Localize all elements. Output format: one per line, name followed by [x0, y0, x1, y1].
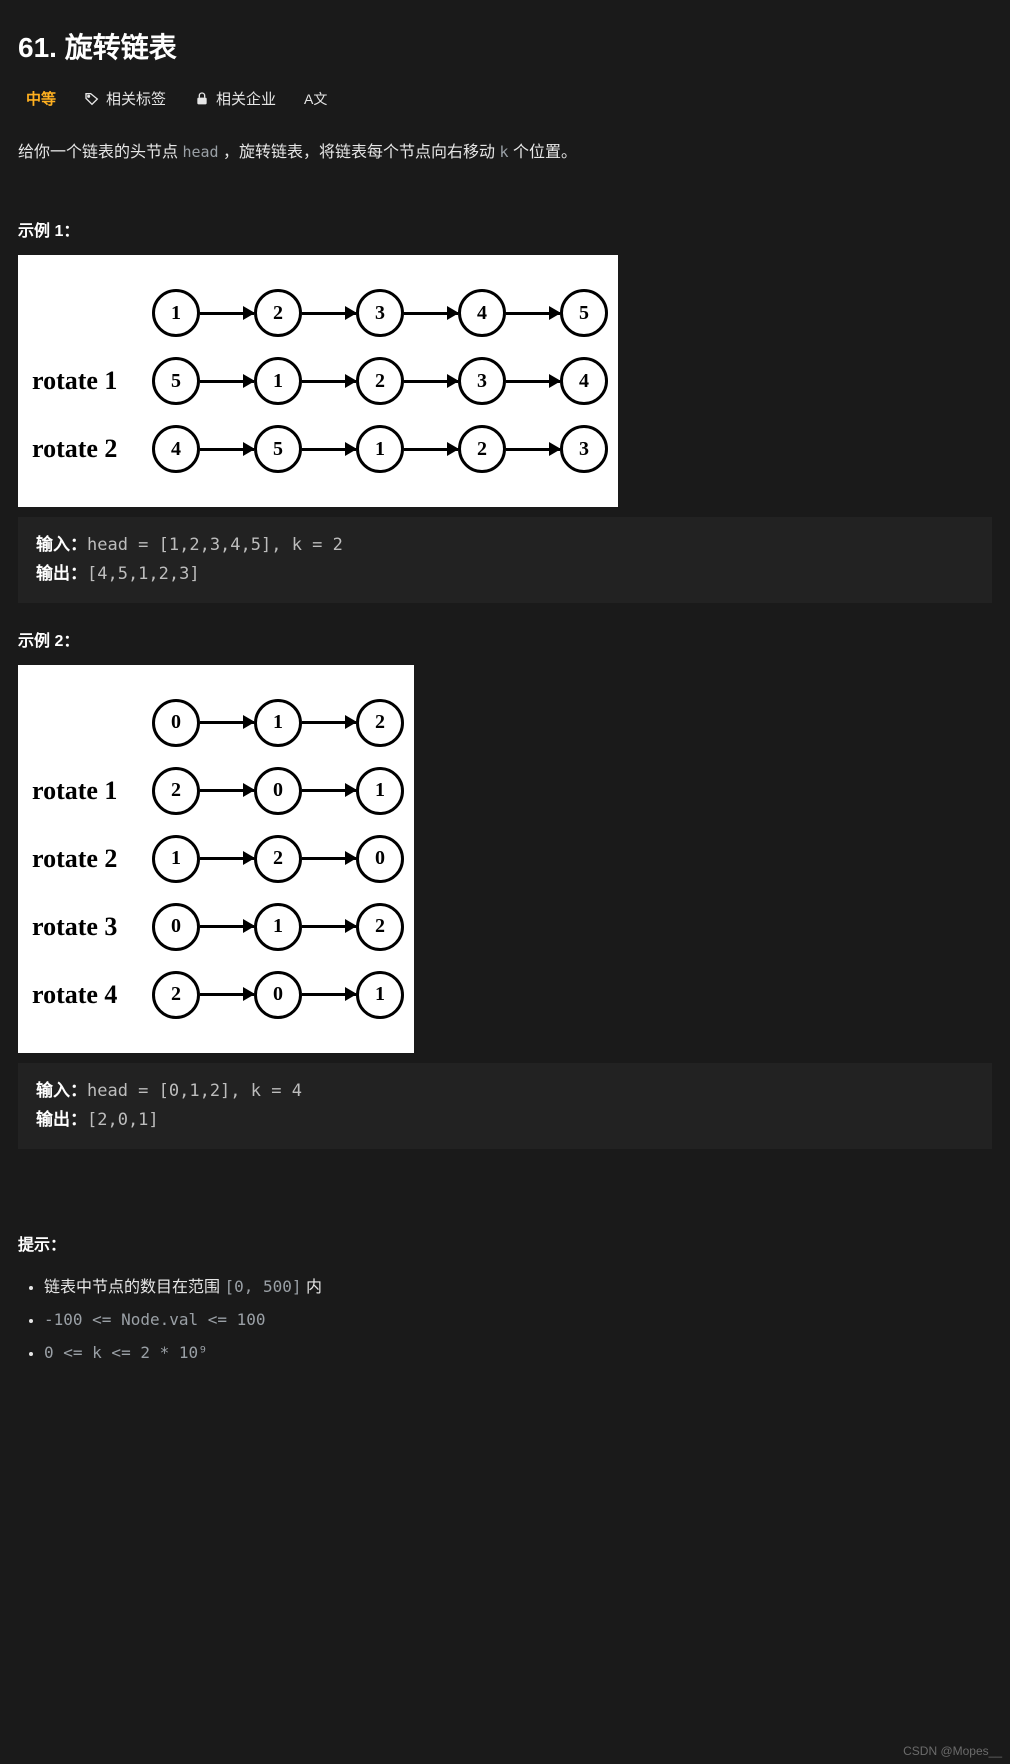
linked-list-node: 1: [254, 357, 302, 405]
io-input-value: head = [1,2,3,4,5], k = 2: [87, 535, 343, 555]
difficulty-badge: 中等: [26, 88, 56, 109]
arrow-icon: [302, 857, 356, 860]
list-item: 0 <= k <= 2 * 10⁹: [44, 1337, 992, 1370]
arrow-icon: [200, 925, 254, 928]
linked-list-node: 1: [254, 699, 302, 747]
arrow-icon: [200, 721, 254, 724]
arrow-icon: [200, 448, 254, 451]
related-tags-link[interactable]: 相关标签: [84, 88, 166, 109]
arrow-icon: [302, 448, 356, 451]
arrow-icon: [200, 312, 254, 315]
arrow-icon: [506, 380, 560, 383]
rotate-label: rotate 2: [32, 434, 152, 464]
code-k: k: [499, 143, 508, 161]
linked-list-node: 5: [152, 357, 200, 405]
arrow-icon: [200, 789, 254, 792]
hint-text: 内: [306, 1279, 322, 1296]
io-output-label: 输出：: [36, 564, 87, 584]
arrow-icon: [302, 380, 356, 383]
hint-code: [0, 500]: [224, 1277, 301, 1296]
linked-list-node: 1: [356, 767, 404, 815]
linked-list-node: 5: [560, 289, 608, 337]
linked-list-node: 4: [458, 289, 506, 337]
tag-icon: [84, 91, 100, 107]
desc-text: 个位置。: [513, 144, 577, 161]
arrow-icon: [302, 993, 356, 996]
translate-icon[interactable]: A文: [304, 89, 327, 109]
linked-list-node: 0: [152, 699, 200, 747]
example-2-heading: 示例 2：: [18, 627, 992, 651]
linked-list-node: 4: [560, 357, 608, 405]
lock-icon: [194, 91, 210, 107]
arrow-icon: [200, 380, 254, 383]
linked-list-node: 2: [356, 699, 404, 747]
linked-list-node: 2: [356, 357, 404, 405]
io-output-value: [2,0,1]: [87, 1110, 159, 1130]
arrow-icon: [302, 925, 356, 928]
example-2-diagram: 012rotate 1201rotate 2120rotate 3012rota…: [18, 665, 414, 1053]
desc-text: 给你一个链表的头节点: [18, 144, 182, 161]
linked-list-node: 1: [356, 425, 404, 473]
rotate-label: rotate 3: [32, 912, 152, 942]
rotate-label: rotate 2: [32, 844, 152, 874]
related-tags-label: 相关标签: [106, 88, 166, 109]
hints-list: 链表中节点的数目在范围 [0, 500] 内 -100 <= Node.val …: [18, 1271, 992, 1370]
linked-list-node: 2: [152, 971, 200, 1019]
desc-text: ，旋转链表，将链表每个节点向右移动: [223, 144, 499, 161]
io-output-label: 输出：: [36, 1110, 87, 1130]
linked-list-node: 3: [560, 425, 608, 473]
linked-list-node: 5: [254, 425, 302, 473]
hint-text: 链表中节点的数目在范围: [44, 1279, 224, 1296]
io-output-value: [4,5,1,2,3]: [87, 564, 200, 584]
list-item: -100 <= Node.val <= 100: [44, 1304, 992, 1337]
linked-list-node: 1: [152, 835, 200, 883]
arrow-icon: [200, 993, 254, 996]
related-companies-label: 相关企业: [216, 88, 276, 109]
linked-list-node: 2: [254, 289, 302, 337]
io-input-label: 输入：: [36, 1081, 87, 1101]
hint-code: 0 <= k <= 2 * 10⁹: [44, 1343, 208, 1362]
io-input-value: head = [0,1,2], k = 4: [87, 1081, 302, 1101]
arrow-icon: [506, 312, 560, 315]
arrow-icon: [404, 448, 458, 451]
linked-list-node: 0: [152, 903, 200, 951]
example-1-io: 输入：head = [1,2,3,4,5], k = 2 输出：[4,5,1,2…: [18, 517, 992, 603]
list-item: 链表中节点的数目在范围 [0, 500] 内: [44, 1271, 992, 1304]
arrow-icon: [404, 312, 458, 315]
example-1-diagram: 12345rotate 151234rotate 245123: [18, 255, 618, 507]
linked-list-node: 2: [458, 425, 506, 473]
linked-list-node: 4: [152, 425, 200, 473]
linked-list-node: 1: [254, 903, 302, 951]
hints-heading: 提示：: [18, 1231, 992, 1255]
linked-list-node: 3: [356, 289, 404, 337]
example-2-io: 输入：head = [0,1,2], k = 4 输出：[2,0,1]: [18, 1063, 992, 1149]
problem-description: 给你一个链表的头节点 head ，旋转链表，将链表每个节点向右移动 k 个位置。: [18, 137, 992, 169]
rotate-label: rotate 1: [32, 366, 152, 396]
rotate-label: rotate 1: [32, 776, 152, 806]
arrow-icon: [302, 789, 356, 792]
linked-list-node: 0: [254, 971, 302, 1019]
linked-list-node: 0: [254, 767, 302, 815]
page-title: 61. 旋转链表: [18, 26, 992, 66]
linked-list-node: 2: [254, 835, 302, 883]
linked-list-node: 1: [356, 971, 404, 1019]
meta-bar: 中等 相关标签 相关企业 A文: [26, 88, 992, 109]
linked-list-node: 1: [152, 289, 200, 337]
arrow-icon: [404, 380, 458, 383]
hint-code: -100 <= Node.val <= 100: [44, 1310, 266, 1329]
arrow-icon: [302, 721, 356, 724]
linked-list-node: 2: [356, 903, 404, 951]
io-input-label: 输入：: [36, 535, 87, 555]
arrow-icon: [200, 857, 254, 860]
code-head: head: [182, 143, 218, 161]
arrow-icon: [302, 312, 356, 315]
example-1-heading: 示例 1：: [18, 217, 992, 241]
linked-list-node: 3: [458, 357, 506, 405]
linked-list-node: 0: [356, 835, 404, 883]
watermark: CSDN @Mopes__: [903, 1744, 1002, 1758]
arrow-icon: [506, 448, 560, 451]
related-companies-link[interactable]: 相关企业: [194, 88, 276, 109]
linked-list-node: 2: [152, 767, 200, 815]
rotate-label: rotate 4: [32, 980, 152, 1010]
